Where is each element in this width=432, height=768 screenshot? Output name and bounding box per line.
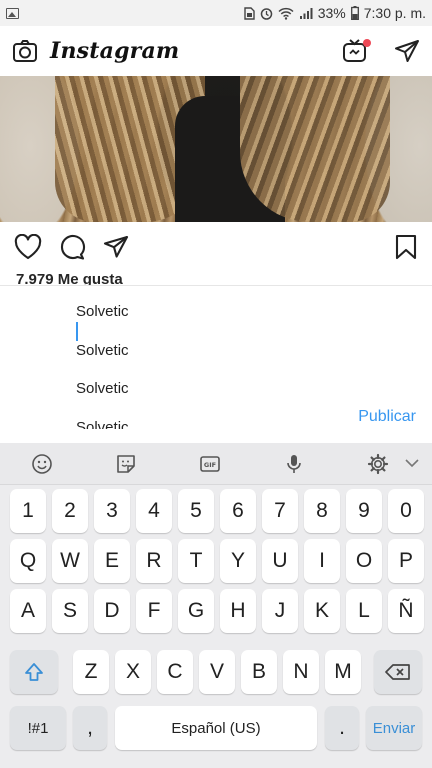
- key-h[interactable]: H: [220, 589, 256, 633]
- enter-key[interactable]: Enviar: [366, 706, 422, 750]
- alarm-icon: [260, 7, 272, 20]
- key-p[interactable]: P: [388, 539, 424, 583]
- gallery-notification-icon: [6, 7, 19, 19]
- key-u[interactable]: U: [262, 539, 298, 583]
- key-d[interactable]: D: [94, 589, 130, 633]
- comment-line: Solvetic: [76, 303, 129, 320]
- backspace-icon: [385, 664, 410, 680]
- comment-line: Solvetic: [76, 418, 129, 430]
- key-8[interactable]: 8: [304, 489, 340, 533]
- period-key[interactable]: .: [325, 706, 359, 750]
- comment-line: Solvetic: [76, 341, 129, 359]
- key-ñ[interactable]: Ñ: [388, 589, 424, 633]
- key-0[interactable]: 0: [388, 489, 424, 533]
- clock: 7:30 p. m.: [363, 5, 426, 21]
- sticker-icon[interactable]: [84, 443, 168, 485]
- camera-icon[interactable]: [12, 38, 38, 64]
- like-heart-icon[interactable]: [14, 234, 42, 260]
- key-y[interactable]: Y: [220, 539, 256, 583]
- chevron-down-icon[interactable]: [404, 455, 420, 476]
- app-header: Instagram: [0, 26, 432, 76]
- comment-composer[interactable]: Solvetic Solvetic Solvetic Solvetic Publ…: [0, 285, 432, 443]
- svg-text:GIF: GIF: [204, 461, 216, 469]
- key-m[interactable]: M: [325, 650, 361, 694]
- key-5[interactable]: 5: [178, 489, 214, 533]
- key-c[interactable]: C: [157, 650, 193, 694]
- key-l[interactable]: L: [346, 589, 382, 633]
- key-w[interactable]: W: [52, 539, 88, 583]
- comma-key[interactable]: ,: [73, 706, 107, 750]
- key-7[interactable]: 7: [262, 489, 298, 533]
- post-image-hair-right: [240, 76, 390, 222]
- key-2[interactable]: 2: [52, 489, 88, 533]
- key-6[interactable]: 6: [220, 489, 256, 533]
- signal-icon: [299, 7, 313, 19]
- key-v[interactable]: V: [199, 650, 235, 694]
- screen: 33% 7:30 p. m. Instagram 7.979 Me gusta …: [0, 0, 432, 768]
- sim-icon: [244, 6, 255, 20]
- direct-message-icon[interactable]: [394, 38, 420, 64]
- key-g[interactable]: G: [178, 589, 214, 633]
- key-z[interactable]: Z: [73, 650, 109, 694]
- bookmark-icon[interactable]: [394, 234, 418, 260]
- key-a[interactable]: A: [10, 589, 46, 633]
- like-count[interactable]: 7.979 Me gusta: [16, 270, 123, 286]
- symbols-key[interactable]: !#1: [10, 706, 66, 750]
- key-t[interactable]: T: [178, 539, 214, 583]
- key-9[interactable]: 9: [346, 489, 382, 533]
- comment-line: Solvetic: [76, 380, 129, 397]
- status-bar: 33% 7:30 p. m.: [0, 0, 432, 26]
- key-s[interactable]: S: [52, 589, 88, 633]
- key-3[interactable]: 3: [94, 489, 130, 533]
- post-actions: [0, 222, 432, 272]
- keyboard: GIF 1234567890 QWERTYUIOP ASDFGHJKLÑ ZXCVBN…: [0, 443, 432, 768]
- emoji-icon[interactable]: [0, 443, 84, 485]
- key-1[interactable]: 1: [10, 489, 46, 533]
- space-key[interactable]: Español (US): [115, 706, 317, 750]
- app-logo: Instagram: [50, 38, 180, 64]
- battery-icon: [350, 6, 359, 20]
- keyboard-toolbar: GIF: [0, 443, 432, 485]
- key-n[interactable]: N: [283, 650, 319, 694]
- publish-button[interactable]: Publicar: [358, 408, 416, 426]
- key-b[interactable]: B: [241, 650, 277, 694]
- text-cursor: [76, 322, 78, 341]
- battery-percent: 33%: [317, 5, 346, 21]
- key-x[interactable]: X: [115, 650, 151, 694]
- key-e[interactable]: E: [94, 539, 130, 583]
- wifi-icon: [278, 7, 294, 20]
- comment-input[interactable]: Solvetic Solvetic Solvetic Solvetic: [76, 301, 336, 429]
- comment-icon[interactable]: [58, 234, 86, 260]
- igtv-icon[interactable]: [342, 38, 371, 64]
- key-o[interactable]: O: [346, 539, 382, 583]
- backspace-key[interactable]: [374, 650, 422, 694]
- gif-icon[interactable]: GIF: [168, 443, 252, 485]
- key-k[interactable]: K: [304, 589, 340, 633]
- shift-arrow-icon: [25, 663, 43, 681]
- key-i[interactable]: I: [304, 539, 340, 583]
- key-r[interactable]: R: [136, 539, 172, 583]
- key-j[interactable]: J: [262, 589, 298, 633]
- post-image[interactable]: [0, 76, 432, 222]
- key-4[interactable]: 4: [136, 489, 172, 533]
- share-icon[interactable]: [102, 234, 130, 260]
- key-q[interactable]: Q: [10, 539, 46, 583]
- key-f[interactable]: F: [136, 589, 172, 633]
- microphone-icon[interactable]: [252, 443, 336, 485]
- notification-dot: [363, 39, 371, 47]
- shift-key[interactable]: [10, 650, 58, 694]
